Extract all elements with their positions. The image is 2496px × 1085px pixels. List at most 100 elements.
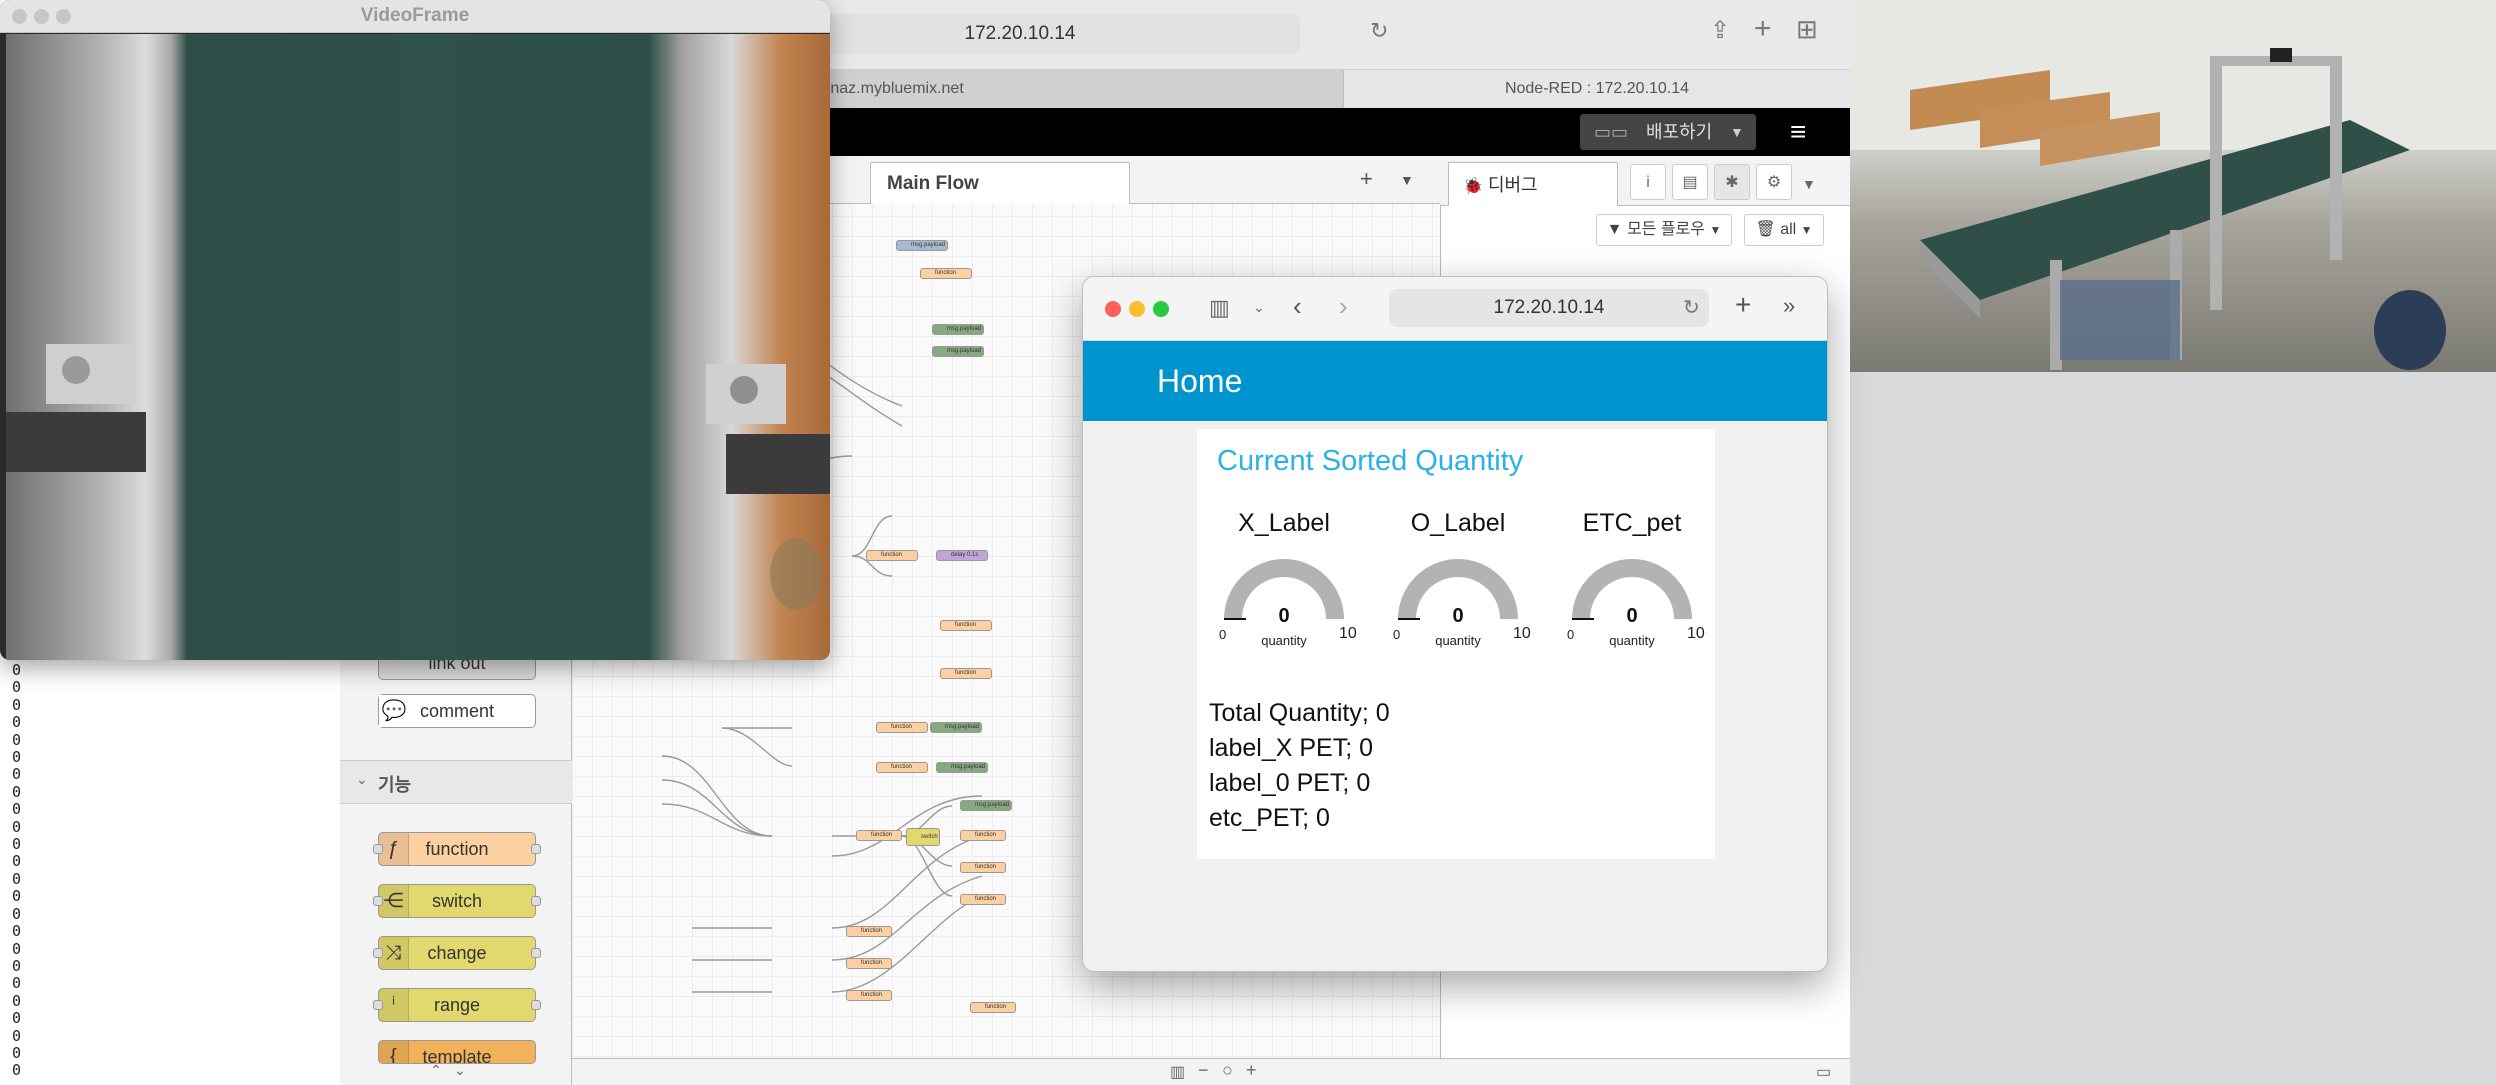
gauge-max: 10 (1339, 625, 1357, 642)
share-icon[interactable]: ⇪ (1710, 16, 1730, 45)
flow-node-msg-payload[interactable]: msg.payload (932, 324, 984, 335)
chevron-down-icon[interactable]: ▼ (1802, 176, 1816, 192)
address-bar[interactable]: 172.20.10.14 (1389, 289, 1709, 327)
flow-node-function[interactable]: function (866, 550, 918, 561)
close-button[interactable] (1105, 301, 1121, 317)
flow-node-msg-payload[interactable]: msg.payload (936, 762, 988, 773)
filter-flows-button[interactable]: ▼ 모든 플로우 ▼ (1596, 214, 1732, 246)
flow-node-function[interactable]: function (960, 894, 1006, 905)
template-icon: { (379, 1041, 409, 1063)
flow-node-msg-payload[interactable]: msg.payload (960, 800, 1012, 811)
workspace-footer (572, 1058, 1850, 1085)
palette-node-range[interactable]: ⁱ range (373, 988, 541, 1022)
menu-icon[interactable]: ≡ (1790, 118, 1820, 146)
flow-node-msg-payload[interactable]: msg.payload (932, 346, 984, 357)
node-label: delay 0.1s (951, 552, 979, 558)
palette-node-switch[interactable]: ⋲ switch (373, 884, 541, 918)
laptop (2060, 280, 2180, 360)
tab-debug[interactable]: 🐞 디버그 (1448, 162, 1618, 206)
trash-icon: 🗑 (1755, 221, 1776, 238)
tab-overview-icon[interactable]: ⊞ (1796, 14, 1818, 45)
book-icon[interactable]: ▤ (1672, 164, 1708, 200)
node-label: function (861, 960, 883, 966)
chevron-up-icon[interactable]: ⌃ (430, 1062, 442, 1079)
sidebar-icon[interactable]: ▥ (1209, 295, 1230, 321)
chevron-down-icon[interactable]: ▼ (1400, 172, 1414, 188)
flow-node-function[interactable]: function (846, 990, 892, 1001)
clear-debug-button[interactable]: 🗑 all ▼ (1744, 214, 1824, 246)
add-flow-icon[interactable]: + (1360, 166, 1373, 192)
minimize-button[interactable] (1129, 301, 1145, 317)
output-port[interactable] (531, 896, 541, 906)
new-tab-icon[interactable]: + (1735, 289, 1751, 321)
palette-category-function[interactable]: ⌄ 기능 (340, 760, 572, 804)
input-port[interactable] (373, 1000, 383, 1010)
zoom-button[interactable] (1153, 301, 1169, 317)
bolt-right (730, 376, 758, 404)
gauge-o-label: O_Label 0 quantity 0 10 (1373, 509, 1543, 659)
total-quantity-text: Total Quantity; 0 (1209, 699, 1390, 727)
monitor-icon[interactable]: ▭ (1816, 1062, 1831, 1082)
zoom-in-icon[interactable]: + (1246, 1060, 1257, 1081)
wall (1850, 0, 2496, 150)
video-frame-window[interactable]: VideoFrame (0, 0, 830, 660)
node-label: function (975, 832, 997, 838)
flow-node-function[interactable]: function (940, 668, 992, 679)
palette-node-comment[interactable]: 💬 comment (378, 694, 536, 728)
output-port[interactable] (531, 844, 541, 854)
node-label: msg.payload (911, 242, 946, 248)
flow-node-function[interactable]: function (960, 830, 1006, 841)
flow-node-function[interactable]: function (846, 926, 892, 937)
zoom-reset-icon[interactable]: ○ (1222, 1060, 1233, 1081)
palette-node-function[interactable]: ƒ function (373, 832, 541, 866)
node-label: function (891, 724, 913, 730)
gauge-max: 10 (1687, 625, 1705, 642)
flow-node-function[interactable]: function (846, 958, 892, 969)
flow-node-function[interactable]: function (856, 830, 902, 841)
node-label: switch (921, 834, 938, 840)
reload-icon[interactable]: ↻ (1370, 18, 1388, 44)
tab-label: Node-RED : 172.20.10.14 (1504, 80, 1690, 97)
back-icon[interactable]: ‹ (1293, 291, 1302, 322)
bug-icon[interactable]: ✱ (1714, 164, 1750, 200)
chevron-down-icon[interactable]: ⌄ (1253, 299, 1265, 316)
node-label: function (985, 1004, 1007, 1010)
conveyor-image (6, 344, 830, 610)
flow-node-switch[interactable]: switch (906, 828, 940, 846)
input-port[interactable] (373, 896, 383, 906)
flow-node-delay[interactable]: delay 0.1s (936, 550, 988, 561)
input-port[interactable] (373, 844, 383, 854)
flow-node-function[interactable]: function (970, 1002, 1016, 1013)
flow-node-msg-payload[interactable]: msg.payload (896, 240, 948, 251)
zoom-out-icon[interactable]: − (1198, 1060, 1209, 1081)
chevron-down-icon[interactable]: ⌄ (454, 1062, 466, 1079)
flow-node-function[interactable]: function (876, 722, 928, 733)
chevron-down-icon: ⌄ (356, 771, 368, 787)
browser-tab-local[interactable]: Node-RED : 172.20.10.14 (1344, 70, 1850, 108)
node-label: function (975, 864, 997, 870)
node-label: function (861, 928, 883, 934)
node-label: function (861, 992, 883, 998)
info-icon[interactable]: i (1630, 164, 1666, 200)
output-port[interactable] (531, 948, 541, 958)
map-icon[interactable]: ▥ (1170, 1062, 1185, 1082)
palette-node-template[interactable]: { template (378, 1040, 536, 1064)
forward-icon[interactable]: › (1339, 291, 1348, 322)
flow-node-function[interactable]: function (920, 268, 972, 279)
flow-node-function[interactable]: function (876, 762, 928, 773)
gear-icon[interactable]: ⚙ (1756, 164, 1792, 200)
chevron-down-icon[interactable]: ▼ (1730, 114, 1744, 150)
flow-node-msg-payload[interactable]: msg.payload (930, 722, 982, 733)
gauge-min: 0 (1393, 627, 1401, 642)
reload-icon[interactable]: ↻ (1683, 295, 1700, 320)
tab-main-flow[interactable]: Main Flow (870, 162, 1130, 204)
input-port[interactable] (373, 948, 383, 958)
flow-node-function[interactable]: function (940, 620, 992, 631)
deploy-button[interactable]: ▭▭ 배포하기 ▼ (1580, 114, 1756, 150)
flow-node-function[interactable]: function (960, 862, 1006, 873)
more-tabs-icon[interactable]: » (1783, 293, 1795, 319)
new-tab-icon[interactable]: + (1754, 12, 1772, 46)
output-port[interactable] (531, 1000, 541, 1010)
dashboard-browser-window[interactable]: ▥ ⌄ ‹ › 172.20.10.14 ↻ + » Home Current … (1082, 276, 1828, 972)
palette-node-change[interactable]: ⤨ change (373, 936, 541, 970)
